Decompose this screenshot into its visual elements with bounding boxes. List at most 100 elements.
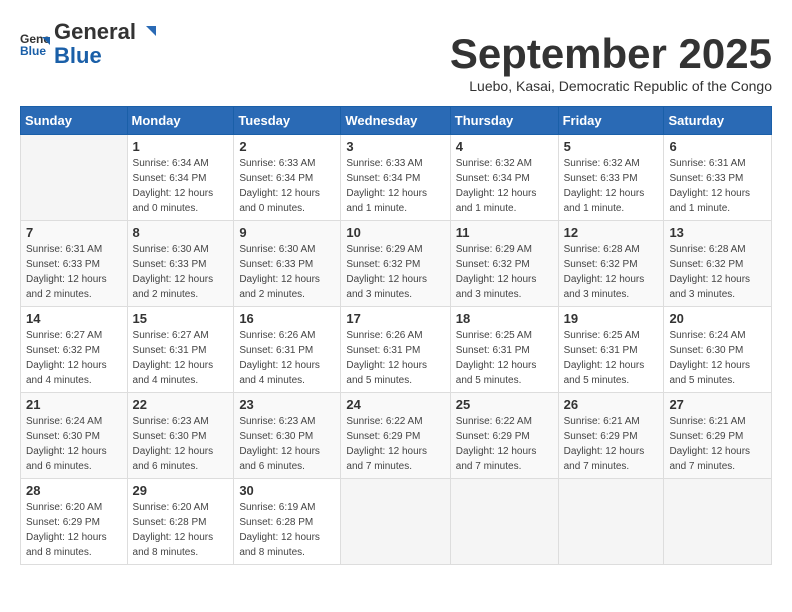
calendar-cell: 30 Sunrise: 6:19 AM Sunset: 6:28 PM Dayli…: [234, 479, 341, 565]
day-number: 21: [26, 397, 122, 412]
weekday-header-row: SundayMondayTuesdayWednesdayThursdayFrid…: [21, 107, 772, 135]
day-info: Sunrise: 6:28 AM Sunset: 6:32 PM Dayligh…: [669, 242, 766, 302]
day-info: Sunrise: 6:30 AM Sunset: 6:33 PM Dayligh…: [133, 242, 229, 302]
calendar-cell: 16 Sunrise: 6:26 AM Sunset: 6:31 PM Dayli…: [234, 307, 341, 393]
day-info: Sunrise: 6:21 AM Sunset: 6:29 PM Dayligh…: [564, 414, 659, 474]
svg-text:Blue: Blue: [20, 44, 46, 58]
day-number: 16: [239, 311, 335, 326]
calendar-cell: 4Sunrise: 6:32 AM Sunset: 6:34 PM Daylig…: [450, 135, 558, 221]
day-number: 9: [239, 225, 335, 240]
calendar-cell: 14 Sunrise: 6:27 AM Sunset: 6:32 PM Dayli…: [21, 307, 128, 393]
day-number: 20: [669, 311, 766, 326]
day-number: 10: [346, 225, 444, 240]
calendar-cell: [558, 479, 664, 565]
day-info: Sunrise: 6:19 AM Sunset: 6:28 PM Dayligh…: [239, 500, 335, 560]
calendar-cell: 1 Sunrise: 6:34 AM Sunset: 6:34 PM Daylig…: [127, 135, 234, 221]
day-number: 22: [133, 397, 229, 412]
day-info: Sunrise: 6:20 AM Sunset: 6:29 PM Dayligh…: [26, 500, 122, 560]
day-info: Sunrise: 6:20 AM Sunset: 6:28 PM Dayligh…: [133, 500, 229, 560]
weekday-header-cell: Friday: [558, 107, 664, 135]
calendar-cell: 5 Sunrise: 6:32 AM Sunset: 6:33 PM Daylig…: [558, 135, 664, 221]
calendar-cell: 9 Sunrise: 6:30 AM Sunset: 6:33 PM Daylig…: [234, 221, 341, 307]
calendar-cell: 6 Sunrise: 6:31 AM Sunset: 6:33 PM Daylig…: [664, 135, 772, 221]
calendar-cell: 18 Sunrise: 6:25 AM Sunset: 6:31 PM Dayli…: [450, 307, 558, 393]
day-number: 17: [346, 311, 444, 326]
day-number: 14: [26, 311, 122, 326]
calendar-cell: 27 Sunrise: 6:21 AM Sunset: 6:29 PM Dayli…: [664, 393, 772, 479]
day-info: Sunrise: 6:34 AM Sunset: 6:34 PM Dayligh…: [133, 156, 229, 216]
day-info: Sunrise: 6:30 AM Sunset: 6:33 PM Dayligh…: [239, 242, 335, 302]
calendar-week-row: 21 Sunrise: 6:24 AM Sunset: 6:30 PM Dayli…: [21, 393, 772, 479]
calendar-cell: 2Sunrise: 6:33 AM Sunset: 6:34 PM Daylig…: [234, 135, 341, 221]
day-number: 8: [133, 225, 229, 240]
calendar-cell: 20 Sunrise: 6:24 AM Sunset: 6:30 PM Dayli…: [664, 307, 772, 393]
day-info: Sunrise: 6:22 AM Sunset: 6:29 PM Dayligh…: [456, 414, 553, 474]
day-info: Sunrise: 6:31 AM Sunset: 6:33 PM Dayligh…: [669, 156, 766, 216]
day-info: Sunrise: 6:29 AM Sunset: 6:32 PM Dayligh…: [456, 242, 553, 302]
calendar-cell: 23 Sunrise: 6:23 AM Sunset: 6:30 PM Dayli…: [234, 393, 341, 479]
calendar-cell: 26 Sunrise: 6:21 AM Sunset: 6:29 PM Dayli…: [558, 393, 664, 479]
calendar-cell: 17 Sunrise: 6:26 AM Sunset: 6:31 PM Dayli…: [341, 307, 450, 393]
day-number: 11: [456, 225, 553, 240]
calendar-body: 1 Sunrise: 6:34 AM Sunset: 6:34 PM Daylig…: [21, 135, 772, 565]
day-info: Sunrise: 6:26 AM Sunset: 6:31 PM Dayligh…: [239, 328, 335, 388]
day-info: Sunrise: 6:22 AM Sunset: 6:29 PM Dayligh…: [346, 414, 444, 474]
day-info: Sunrise: 6:32 AM Sunset: 6:33 PM Dayligh…: [564, 156, 659, 216]
weekday-header-cell: Tuesday: [234, 107, 341, 135]
day-number: 7: [26, 225, 122, 240]
day-info: Sunrise: 6:24 AM Sunset: 6:30 PM Dayligh…: [669, 328, 766, 388]
day-number: 13: [669, 225, 766, 240]
day-info: Sunrise: 6:31 AM Sunset: 6:33 PM Dayligh…: [26, 242, 122, 302]
day-number: 28: [26, 483, 122, 498]
day-number: 27: [669, 397, 766, 412]
calendar-week-row: 1 Sunrise: 6:34 AM Sunset: 6:34 PM Daylig…: [21, 135, 772, 221]
logo-icon: General Blue: [20, 29, 50, 59]
day-info: Sunrise: 6:24 AM Sunset: 6:30 PM Dayligh…: [26, 414, 122, 474]
day-info: Sunrise: 6:32 AM Sunset: 6:34 PM Dayligh…: [456, 156, 553, 216]
day-info: Sunrise: 6:27 AM Sunset: 6:32 PM Dayligh…: [26, 328, 122, 388]
calendar-cell: [341, 479, 450, 565]
day-number: 6: [669, 139, 766, 154]
calendar-cell: 12 Sunrise: 6:28 AM Sunset: 6:32 PM Dayli…: [558, 221, 664, 307]
day-number: 26: [564, 397, 659, 412]
day-info: Sunrise: 6:23 AM Sunset: 6:30 PM Dayligh…: [239, 414, 335, 474]
calendar-cell: 21 Sunrise: 6:24 AM Sunset: 6:30 PM Dayli…: [21, 393, 128, 479]
day-info: Sunrise: 6:21 AM Sunset: 6:29 PM Dayligh…: [669, 414, 766, 474]
calendar-cell: 7 Sunrise: 6:31 AM Sunset: 6:33 PM Daylig…: [21, 221, 128, 307]
day-number: 25: [456, 397, 553, 412]
day-info: Sunrise: 6:29 AM Sunset: 6:32 PM Dayligh…: [346, 242, 444, 302]
calendar-cell: 25 Sunrise: 6:22 AM Sunset: 6:29 PM Dayli…: [450, 393, 558, 479]
day-number: 15: [133, 311, 229, 326]
day-number: 30: [239, 483, 335, 498]
day-number: 5: [564, 139, 659, 154]
day-number: 12: [564, 225, 659, 240]
calendar-cell: [450, 479, 558, 565]
day-info: Sunrise: 6:25 AM Sunset: 6:31 PM Dayligh…: [564, 328, 659, 388]
calendar-cell: 8 Sunrise: 6:30 AM Sunset: 6:33 PM Daylig…: [127, 221, 234, 307]
day-number: 2: [239, 139, 335, 154]
calendar-cell: 28 Sunrise: 6:20 AM Sunset: 6:29 PM Dayli…: [21, 479, 128, 565]
calendar: SundayMondayTuesdayWednesdayThursdayFrid…: [20, 106, 772, 565]
calendar-cell: 13 Sunrise: 6:28 AM Sunset: 6:32 PM Dayli…: [664, 221, 772, 307]
month-title: September 2025: [450, 30, 772, 78]
day-number: 24: [346, 397, 444, 412]
calendar-cell: 3 Sunrise: 6:33 AM Sunset: 6:34 PM Daylig…: [341, 135, 450, 221]
weekday-header-cell: Thursday: [450, 107, 558, 135]
day-info: Sunrise: 6:28 AM Sunset: 6:32 PM Dayligh…: [564, 242, 659, 302]
day-number: 23: [239, 397, 335, 412]
logo: General Blue General Blue: [20, 20, 156, 68]
calendar-cell: [21, 135, 128, 221]
day-info: Sunrise: 6:25 AM Sunset: 6:31 PM Dayligh…: [456, 328, 553, 388]
day-number: 1: [133, 139, 229, 154]
day-info: Sunrise: 6:33 AM Sunset: 6:34 PM Dayligh…: [346, 156, 444, 216]
weekday-header-cell: Wednesday: [341, 107, 450, 135]
calendar-cell: 24 Sunrise: 6:22 AM Sunset: 6:29 PM Dayli…: [341, 393, 450, 479]
day-number: 19: [564, 311, 659, 326]
day-number: 18: [456, 311, 553, 326]
day-info: Sunrise: 6:26 AM Sunset: 6:31 PM Dayligh…: [346, 328, 444, 388]
logo-text: General Blue: [54, 20, 156, 68]
calendar-cell: 10 Sunrise: 6:29 AM Sunset: 6:32 PM Dayli…: [341, 221, 450, 307]
day-number: 3: [346, 139, 444, 154]
calendar-cell: 29Sunrise: 6:20 AM Sunset: 6:28 PM Dayli…: [127, 479, 234, 565]
calendar-cell: 11 Sunrise: 6:29 AM Sunset: 6:32 PM Dayli…: [450, 221, 558, 307]
